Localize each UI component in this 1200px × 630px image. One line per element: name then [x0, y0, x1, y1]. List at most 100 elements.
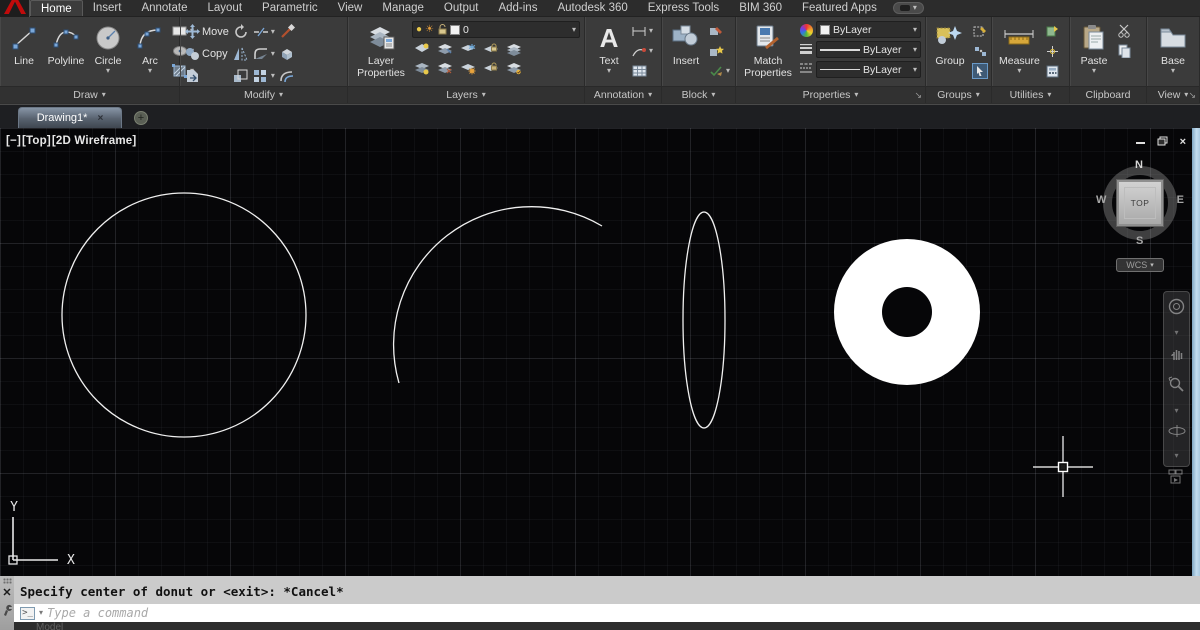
- drag-handle-icon[interactable]: [3, 578, 12, 584]
- tab-home[interactable]: Home: [30, 0, 83, 16]
- panel-label-draw[interactable]: Draw▾: [0, 86, 179, 103]
- orbit-icon[interactable]: [1168, 424, 1186, 443]
- copy-button[interactable]: Copy: [184, 46, 229, 62]
- block-attribute-icon[interactable]: [708, 63, 724, 79]
- fillet-flyout-arrow[interactable]: ▾: [271, 50, 275, 58]
- paste-button[interactable]: Paste ▾: [1074, 20, 1114, 76]
- layer-lock-icon[interactable]: [483, 41, 499, 57]
- wcs-dropdown[interactable]: WCS▾: [1116, 258, 1164, 272]
- explode-icon[interactable]: [279, 46, 295, 62]
- line-button[interactable]: Line: [4, 20, 44, 68]
- layer-freeze-icon[interactable]: [460, 41, 476, 57]
- model-tab-label[interactable]: Model: [36, 622, 63, 630]
- table-icon[interactable]: [631, 63, 647, 79]
- object-color-icon[interactable]: [798, 22, 814, 38]
- dimension-flyout-arrow[interactable]: ▾: [649, 27, 653, 35]
- window-edge-scrollbar[interactable]: [1192, 128, 1200, 576]
- panel-label-clipboard[interactable]: Clipboard: [1070, 86, 1146, 103]
- leader-icon[interactable]: [631, 43, 647, 59]
- zoom-icon[interactable]: [1168, 376, 1185, 398]
- layer-thaw-all-icon[interactable]: [460, 60, 476, 76]
- layer-match-icon[interactable]: [506, 41, 522, 57]
- panel-label-block[interactable]: Block▾: [662, 86, 735, 103]
- text-flyout-arrow[interactable]: ▾: [607, 67, 611, 75]
- chevron-down-icon[interactable]: ▾: [572, 26, 576, 34]
- tab-featured-apps[interactable]: Featured Apps: [792, 0, 887, 16]
- color-dropdown[interactable]: ByLayer▾: [816, 21, 921, 38]
- panel-label-modify[interactable]: Modify▾: [180, 86, 347, 103]
- drawing-tab[interactable]: Drawing1* ×: [18, 107, 122, 128]
- array-flyout-arrow[interactable]: ▾: [271, 72, 275, 80]
- quick-select-icon[interactable]: [1045, 23, 1061, 39]
- offset-icon[interactable]: [279, 68, 295, 84]
- tab-output[interactable]: Output: [434, 0, 489, 16]
- chevron-down-icon[interactable]: ▾: [1174, 329, 1178, 337]
- application-menu-button[interactable]: [0, 0, 30, 17]
- block-create-icon[interactable]: [708, 43, 724, 59]
- lineweight-dropdown[interactable]: ByLayer▾: [816, 41, 921, 58]
- command-close-icon[interactable]: ✕: [2, 588, 11, 599]
- dialog-launcher-icon[interactable]: ↘: [914, 90, 922, 101]
- panel-label-groups[interactable]: Groups▾: [926, 86, 991, 103]
- command-input-placeholder[interactable]: Type a command: [47, 606, 148, 620]
- tab-express-tools[interactable]: Express Tools: [638, 0, 729, 16]
- block-attr-flyout-arrow[interactable]: ▾: [726, 67, 730, 75]
- insert-button[interactable]: Insert: [666, 20, 706, 68]
- fillet-icon[interactable]: [253, 46, 269, 62]
- group-selection-toggle-icon[interactable]: [972, 63, 988, 79]
- panel-label-annotation[interactable]: Annotation▾: [585, 86, 661, 103]
- tab-layout[interactable]: Layout: [198, 0, 253, 16]
- copy-clip-icon[interactable]: [1116, 43, 1132, 59]
- viewcube-top-face[interactable]: TOP: [1117, 180, 1163, 226]
- layer-unlock-all-icon[interactable]: [483, 60, 499, 76]
- erase-icon[interactable]: [279, 24, 295, 40]
- tab-view[interactable]: View: [328, 0, 373, 16]
- leader-flyout-arrow[interactable]: ▾: [649, 47, 653, 55]
- layer-dropdown[interactable]: ● ☀ 0 ▾: [412, 21, 580, 38]
- entity-donut[interactable]: [834, 239, 980, 385]
- measure-button[interactable]: Measure ▾: [996, 20, 1043, 76]
- command-input-row[interactable]: >_ ▾ Type a command: [14, 604, 1200, 622]
- rotate-icon[interactable]: [233, 24, 249, 40]
- tab-parametric[interactable]: Parametric: [252, 0, 328, 16]
- trim-icon[interactable]: [253, 24, 269, 40]
- layer-unisolate-icon[interactable]: [437, 60, 453, 76]
- layer-off-icon[interactable]: [414, 41, 430, 57]
- text-button[interactable]: A Text ▾: [589, 20, 629, 76]
- layer-on-all-icon[interactable]: [414, 60, 430, 76]
- chevron-down-icon[interactable]: ▾: [1174, 452, 1178, 460]
- stretch-icon[interactable]: [184, 68, 200, 84]
- lineweight-icon[interactable]: [798, 41, 814, 57]
- linetype-dropdown[interactable]: ByLayer▾: [816, 61, 921, 78]
- group-edit-icon[interactable]: [972, 23, 988, 39]
- navigation-wheel-icon[interactable]: [1168, 298, 1185, 320]
- cut-icon[interactable]: [1116, 23, 1132, 39]
- measure-flyout-arrow[interactable]: ▾: [1017, 67, 1021, 75]
- trim-flyout-arrow[interactable]: ▾: [271, 28, 275, 36]
- tab-close-icon[interactable]: ×: [97, 113, 103, 124]
- screencast-button[interactable]: ▾: [893, 2, 924, 14]
- entity-ellipse[interactable]: [683, 212, 725, 428]
- base-button[interactable]: Base ▾: [1153, 20, 1193, 76]
- arc-flyout-arrow[interactable]: ▾: [148, 67, 152, 75]
- linetype-icon[interactable]: [798, 60, 814, 76]
- tab-insert[interactable]: Insert: [83, 0, 132, 16]
- dialog-launcher-icon[interactable]: ↘: [1188, 90, 1196, 101]
- mirror-icon[interactable]: [233, 46, 249, 62]
- viewcube-west[interactable]: W: [1096, 194, 1106, 206]
- layer-properties-button[interactable]: Layer Properties: [352, 20, 410, 80]
- tab-autodesk-360[interactable]: Autodesk 360: [547, 0, 637, 16]
- block-edit-icon[interactable]: [708, 23, 724, 39]
- tab-annotate[interactable]: Annotate: [131, 0, 197, 16]
- paste-flyout-arrow[interactable]: ▾: [1092, 67, 1096, 75]
- base-flyout-arrow[interactable]: ▾: [1171, 67, 1175, 75]
- viewcube-south[interactable]: S: [1136, 235, 1143, 247]
- viewcube-east[interactable]: E: [1177, 194, 1184, 206]
- showmotion-icon[interactable]: [1168, 469, 1185, 489]
- group-button[interactable]: Group: [930, 20, 970, 68]
- customize-wrench-icon[interactable]: [2, 603, 13, 621]
- id-point-icon[interactable]: [1045, 43, 1061, 59]
- panel-label-properties[interactable]: Properties▾↘: [736, 86, 925, 103]
- drawing-viewport[interactable]: [−][Top][2D Wireframe] ×: [0, 128, 1200, 576]
- recent-commands-arrow[interactable]: ▾: [39, 609, 43, 617]
